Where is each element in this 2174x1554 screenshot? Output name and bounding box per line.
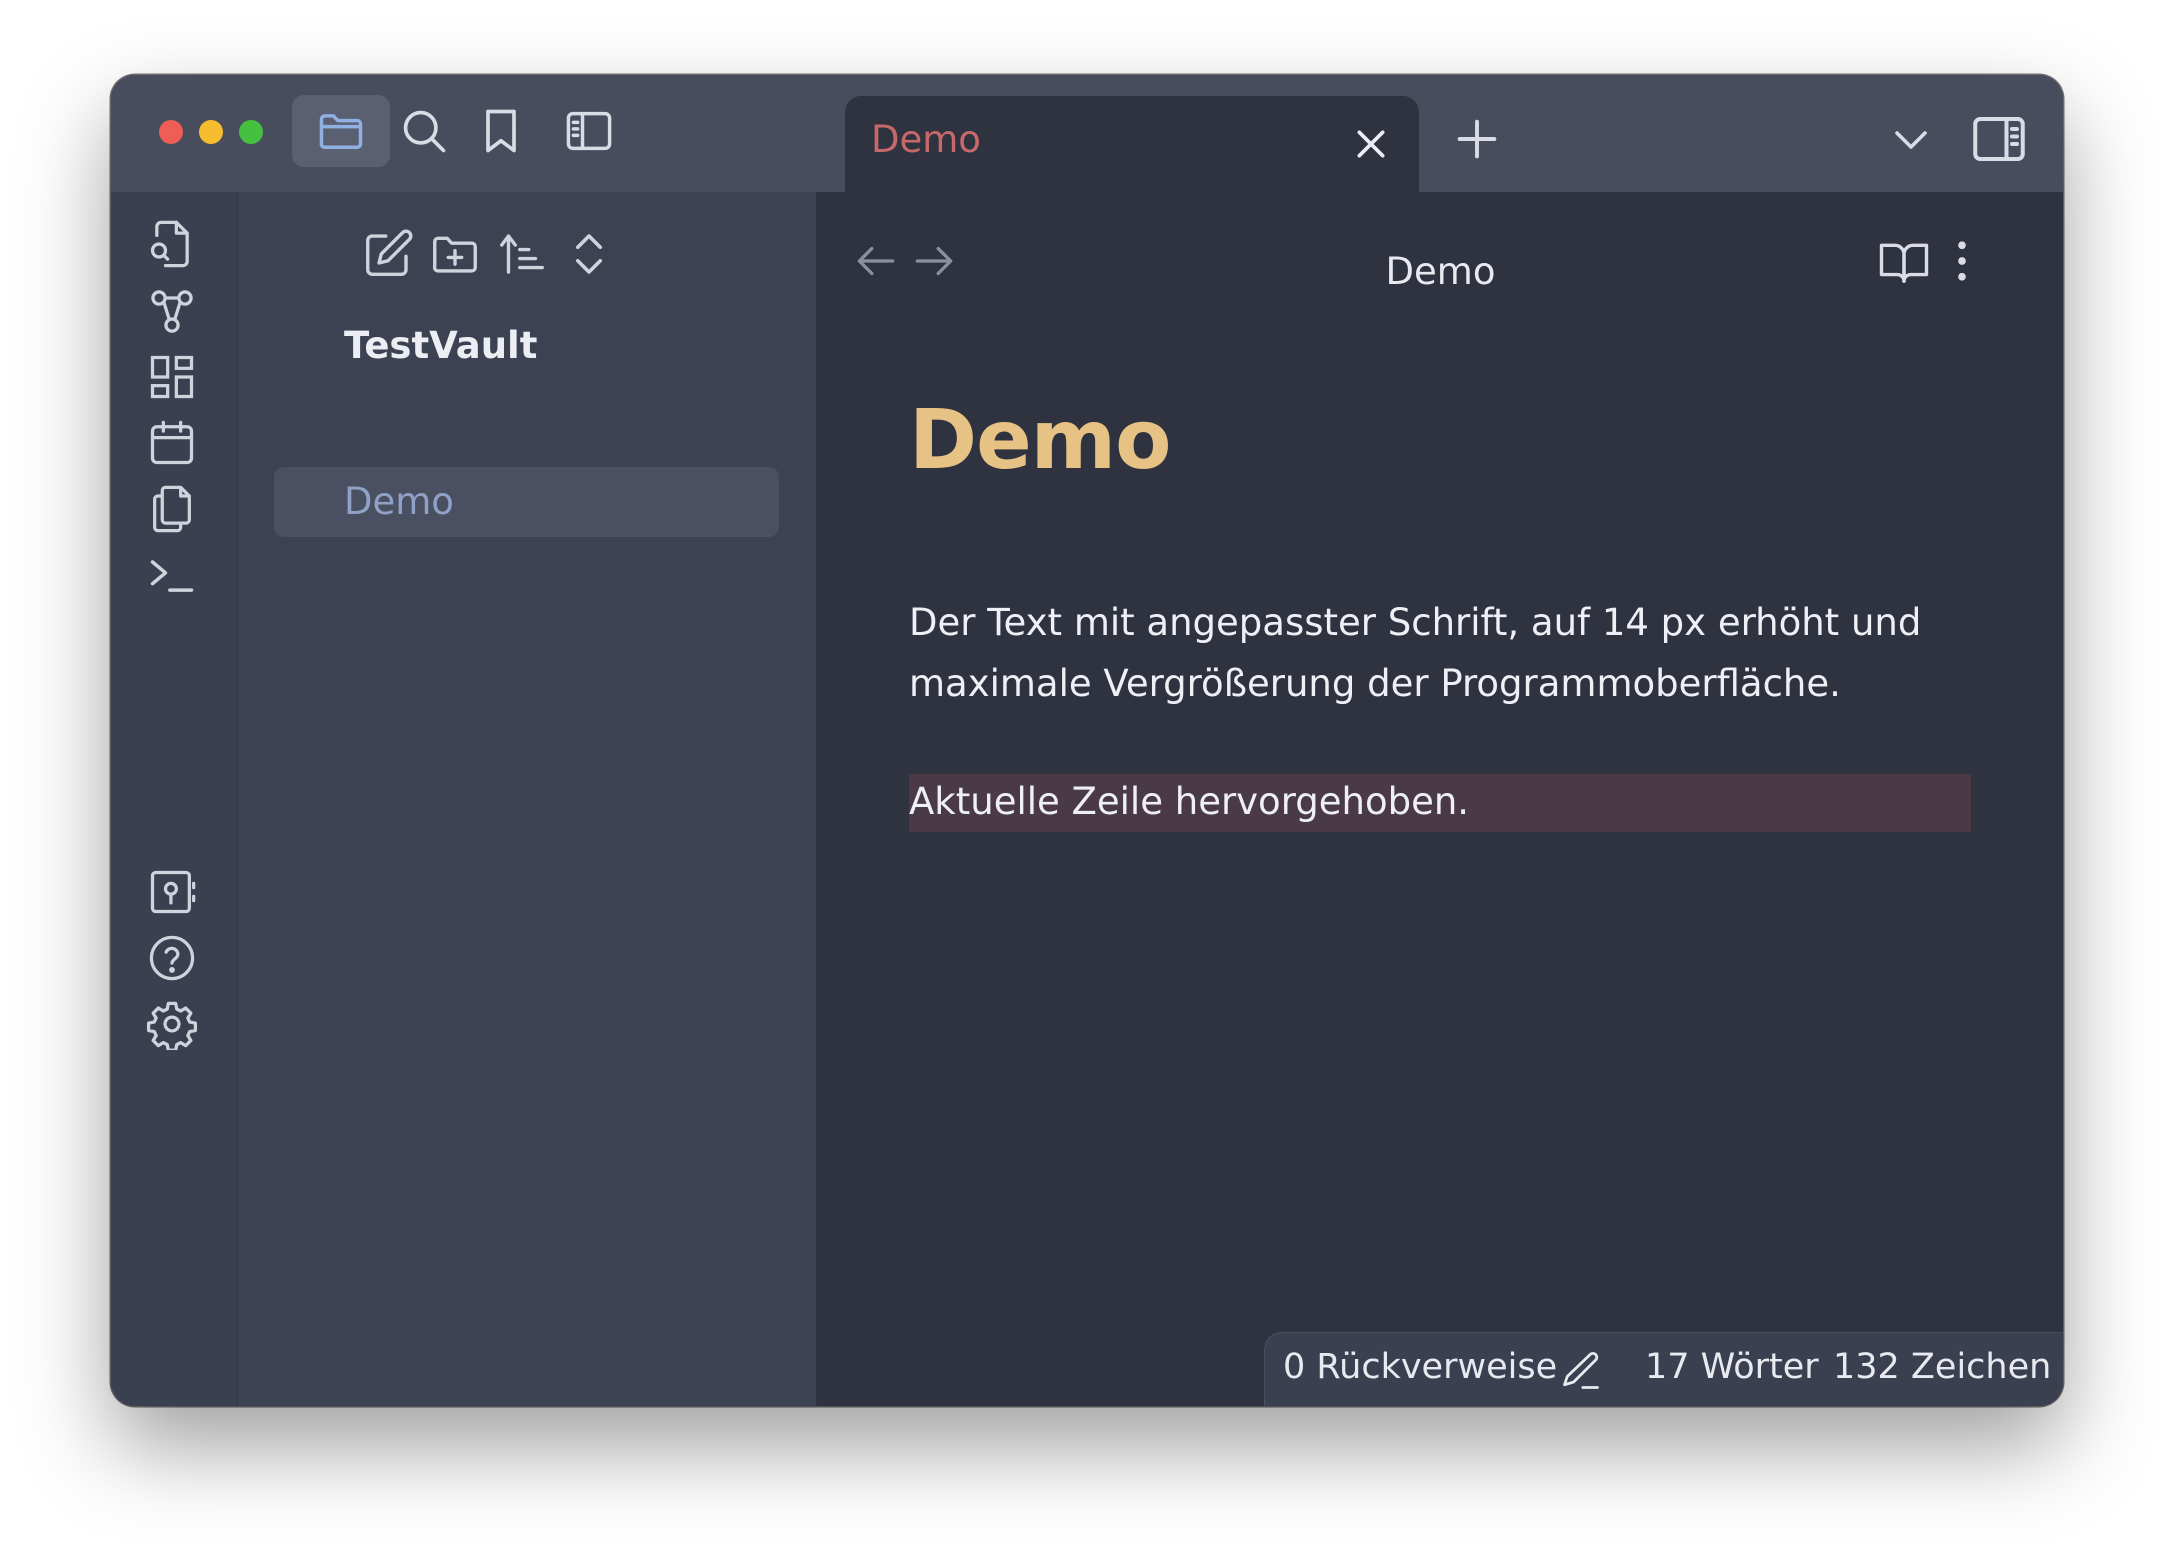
new-folder-button[interactable]: [425, 224, 485, 284]
quick-switcher-icon: [150, 220, 189, 268]
help-button[interactable]: [144, 930, 200, 986]
edit-mode-icon[interactable]: [1559, 1349, 1603, 1393]
document-paragraph[interactable]: Der Text mit angepasster Schrift, auf 14…: [909, 592, 1969, 714]
templates-icon: [153, 485, 191, 533]
word-count: 17 Wörter: [1645, 1347, 1819, 1387]
zoom-window-button[interactable]: [239, 120, 263, 144]
vault-switcher-button[interactable]: [144, 864, 200, 920]
quick-switcher-button[interactable]: [144, 216, 200, 272]
new-note-icon: [366, 229, 413, 276]
collapse-all-icon: [575, 234, 603, 274]
graph-view-button[interactable]: [144, 283, 200, 339]
collapse-all-button[interactable]: [559, 224, 619, 284]
command-palette-button[interactable]: [144, 547, 200, 603]
current-line-text: Aktuelle Zeile hervorgehoben.: [909, 780, 1470, 823]
reading-view-icon[interactable]: [1877, 234, 1931, 288]
close-tab-button[interactable]: [1347, 120, 1395, 168]
canvas-icon: [150, 355, 194, 399]
title-bar: Demo: [111, 75, 2063, 192]
search-icon: [403, 110, 446, 153]
bookmarks-button[interactable]: [452, 95, 550, 167]
close-window-button[interactable]: [159, 120, 183, 144]
document-heading[interactable]: Demo: [909, 393, 1171, 488]
canvas-button[interactable]: [144, 349, 200, 405]
character-count: 132 Zeichen: [1833, 1347, 2052, 1387]
sidebar-left-icon: [566, 111, 612, 151]
new-folder-icon: [432, 236, 477, 273]
file-item-label: Demo: [344, 480, 454, 523]
graph-view-icon: [151, 290, 193, 333]
tab-title: Demo: [871, 118, 981, 161]
sort-button[interactable]: [492, 224, 552, 284]
editor-pane: Demo Demo Der Text mit angepasster Schri…: [818, 192, 2063, 1406]
backlinks-count[interactable]: 0 Rückverweise: [1283, 1347, 1557, 1387]
help-icon: [149, 935, 195, 981]
daily-note-button[interactable]: [144, 415, 200, 471]
templates-button[interactable]: [144, 481, 200, 537]
settings-icon: [146, 1001, 198, 1050]
app-window: Demo TestVault Demo Demo Demo Der Text m…: [111, 75, 2063, 1406]
bookmark-icon: [486, 109, 516, 153]
status-bar: 0 Rückverweise 17 Wörter 132 Zeichen: [1264, 1332, 2063, 1406]
file-explorer: TestVault Demo: [238, 192, 818, 1406]
vault-name[interactable]: TestVault: [344, 324, 537, 367]
ribbon: [111, 192, 238, 1406]
toggle-left-sidebar-button[interactable]: [540, 95, 638, 167]
file-item-demo[interactable]: Demo: [274, 467, 779, 537]
chevron-down-icon[interactable]: [1887, 115, 1935, 163]
command-palette-icon: [150, 560, 194, 592]
sidebar-right-icon[interactable]: [1969, 109, 2029, 169]
current-line-highlight[interactable]: Aktuelle Zeile hervorgehoben.: [909, 774, 1971, 832]
settings-button[interactable]: [144, 996, 200, 1052]
sort-icon: [500, 234, 544, 274]
tab-demo[interactable]: Demo: [845, 96, 1419, 192]
minimize-window-button[interactable]: [199, 120, 223, 144]
vault-switcher-icon: [150, 870, 196, 914]
folder-icon: [319, 114, 363, 149]
more-options-icon[interactable]: [1935, 234, 1989, 288]
daily-note-icon: [150, 420, 194, 465]
new-note-button[interactable]: [358, 224, 418, 284]
close-icon: [1357, 130, 1385, 158]
plus-icon[interactable]: [1451, 113, 1503, 165]
